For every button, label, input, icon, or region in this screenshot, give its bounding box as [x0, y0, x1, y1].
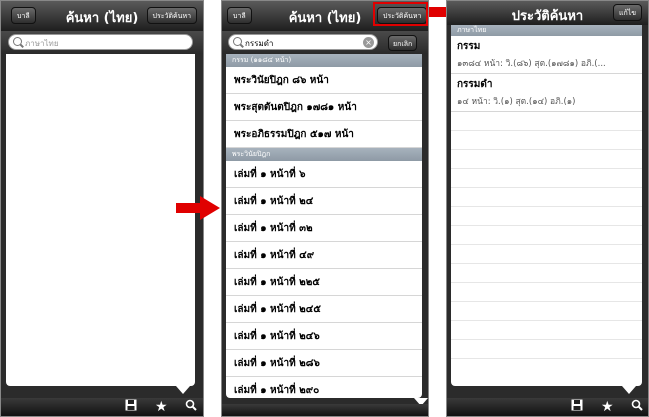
screen-3: ประวัติค้นหา แก้ไข ภาษาไทย กรรม ๑๓๘๔ หน้…	[446, 0, 649, 417]
bottom-toolbar: ★	[1, 398, 203, 416]
empty-row	[451, 207, 642, 226]
list-item[interactable]: เล่มที่ ๑ หน้าที่ ๒๘๖	[226, 350, 422, 377]
edit-button[interactable]: แก้ไข	[612, 4, 642, 21]
search-icon[interactable]	[631, 399, 643, 413]
empty-row	[451, 340, 642, 359]
list-item[interactable]: เล่มที่ ๑ หน้าที่ ๒๔๕	[226, 296, 422, 323]
history-list: ภาษาไทย กรรม ๑๓๘๔ หน้า: วิ.(๘๖) สุต.(๑๗๘…	[451, 25, 642, 386]
history-detail: ๑๔ หน้า: วิ.(๑) สุต.(๑๔) อภิ.(๑)	[457, 97, 576, 107]
save-icon[interactable]	[571, 399, 583, 413]
arrow-right-icon	[176, 196, 220, 220]
list-item[interactable]: พระวินัยปิฎก ๘๖ หน้า	[226, 67, 422, 94]
search-icon[interactable]	[185, 399, 197, 413]
list-item[interactable]: พระสุตตันตปิฎก ๑๗๘๑ หน้า	[226, 94, 422, 121]
empty-row	[451, 169, 642, 188]
screen-1: บาลี ค้นหา (ไทย) ประวัติค้นหา ภาษาไทย ★	[0, 0, 204, 417]
popover-notch	[622, 386, 636, 394]
empty-row	[451, 264, 642, 283]
history-term: กรรม	[457, 41, 481, 52]
empty-row	[451, 131, 642, 150]
history-item[interactable]: กรรมดำ ๑๔ หน้า: วิ.(๑) สุต.(๑๔) อภิ.(๑)	[451, 74, 642, 112]
bottom-toolbar	[222, 404, 428, 416]
empty-row	[451, 283, 642, 302]
star-icon[interactable]: ★	[601, 400, 614, 414]
history-item[interactable]: กรรม ๑๓๘๔ หน้า: วิ.(๘๖) สุต.(๑๗๘๑) อภิ.(…	[451, 36, 642, 74]
list-item[interactable]: พระอภิธรรมปิฎก ๕๑๗ หน้า	[226, 121, 422, 148]
save-icon[interactable]	[125, 399, 137, 413]
empty-row	[451, 245, 642, 264]
search-input[interactable]: ภาษาไทย	[8, 34, 193, 50]
section-header: พระวินัยปิฎก	[226, 148, 422, 161]
clear-icon[interactable]: ×	[363, 37, 374, 48]
empty-row	[451, 302, 642, 321]
empty-row	[451, 226, 642, 245]
nav-bar: ประวัติค้นหา แก้ไข	[447, 1, 648, 25]
results-list: กรรม (๑๑๘๔ หน้า) พระวินัยปิฎก ๘๖ หน้า พร…	[226, 54, 422, 398]
list-item[interactable]: เล่มที่ ๑ หน้าที่ ๒๙๐	[226, 377, 422, 398]
screen-2: บาลี ค้นหา (ไทย) ประวัติค้นหา กรรมดำ × ย…	[221, 0, 429, 417]
search-icon	[233, 37, 242, 46]
bottom-toolbar: ★	[447, 398, 648, 416]
list-item[interactable]: เล่มที่ ๑ หน้าที่ ๖	[226, 161, 422, 188]
search-value: กรรมดำ	[245, 39, 274, 48]
history-button[interactable]: ประวัติค้นหา	[146, 7, 197, 24]
section-header: กรรม (๑๑๘๔ หน้า)	[226, 54, 422, 67]
cancel-button[interactable]: ยกเลิก	[388, 35, 418, 51]
empty-row	[451, 321, 642, 340]
search-icon	[13, 37, 22, 46]
star-icon[interactable]: ★	[155, 400, 168, 414]
list-item[interactable]: เล่มที่ ๑ หน้าที่ ๒๒๕	[226, 269, 422, 296]
history-detail: ๑๓๘๔ หน้า: วิ.(๘๖) สุต.(๑๗๘๑) อภิ.(...	[457, 59, 606, 69]
history-term: กรรมดำ	[457, 79, 493, 90]
search-bar: กรรมดำ × ยกเลิก	[222, 31, 428, 54]
search-placeholder: ภาษาไทย	[25, 39, 59, 48]
section-header: ภาษาไทย	[451, 25, 642, 36]
empty-row	[451, 188, 642, 207]
search-bar: ภาษาไทย	[1, 31, 203, 54]
list-item[interactable]: เล่มที่ ๑ หน้าที่ ๒๔	[226, 188, 422, 215]
list-item[interactable]: เล่มที่ ๑ หน้าที่ ๒๔๖	[226, 323, 422, 350]
search-input[interactable]: กรรมดำ ×	[228, 34, 378, 50]
highlight-box	[373, 2, 428, 26]
nav-bar: บาลี ค้นหา (ไทย) ประวัติค้นหา	[1, 1, 203, 31]
empty-row	[451, 112, 642, 131]
results-area	[6, 54, 195, 386]
popover-notch	[176, 386, 190, 394]
empty-row	[451, 150, 642, 169]
list-item[interactable]: เล่มที่ ๑ หน้าที่ ๔๙	[226, 242, 422, 269]
list-item[interactable]: เล่มที่ ๑ หน้าที่ ๓๒	[226, 215, 422, 242]
